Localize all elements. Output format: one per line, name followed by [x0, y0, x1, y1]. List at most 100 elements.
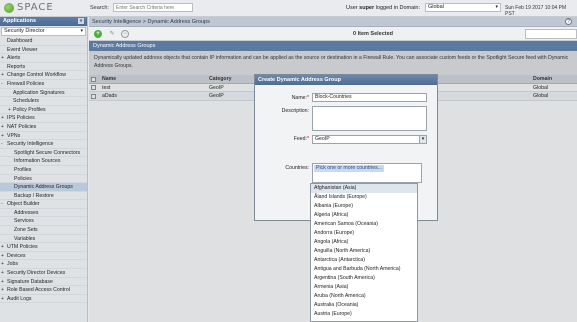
sidebar-item-profiles[interactable]: Profiles [0, 166, 87, 175]
sidebar-item-alerts[interactable]: + Alerts [0, 54, 87, 63]
expand-icon[interactable]: + [1, 286, 4, 295]
expand-icon[interactable]: + [1, 269, 4, 278]
sidebar-item-reports[interactable]: Reports [0, 63, 87, 72]
sidebar-item-security-intelligence[interactable]: - Security Intelligence [0, 140, 87, 149]
sidebar-item-label: Services [14, 218, 34, 225]
sidebar-item-label: Policy Profiles [13, 106, 46, 113]
logo-icon [4, 2, 14, 13]
name-field[interactable]: Block-Countries [312, 93, 427, 102]
country-option[interactable]: Australia (Oceania) [311, 301, 417, 310]
country-option[interactable]: Argentina (South America) [311, 274, 417, 283]
sidebar-item-label: Jobs [7, 261, 18, 268]
expand-icon[interactable]: + [1, 114, 4, 123]
add-icon[interactable]: + [94, 30, 102, 38]
country-option[interactable]: Andorra (Europe) [311, 229, 417, 238]
user-name: super [359, 5, 375, 11]
country-option[interactable]: Antarctica (Antarctica) [311, 256, 417, 265]
sidebar-item-label: Zone Sets [14, 227, 38, 234]
sidebar-item-utm-policies[interactable]: + UTM Policies [0, 243, 87, 252]
sidebar-item-application-signatures[interactable]: Application Signatures [0, 89, 87, 98]
collapse-icon[interactable]: - [1, 80, 3, 89]
domain-select[interactable]: Global ▾ [425, 3, 501, 12]
country-option[interactable]: Aruba (North America) [311, 292, 417, 301]
sidebar: Applications « Security Director ▾ Dashb… [0, 17, 88, 322]
collapse-icon[interactable]: - [1, 140, 3, 149]
logo-text: SPACE [17, 2, 54, 13]
expand-icon[interactable]: + [1, 243, 4, 252]
expand-icon[interactable]: + [8, 106, 11, 115]
sidebar-item-label: Alerts [7, 55, 21, 62]
expand-icon[interactable]: + [1, 278, 4, 287]
country-option[interactable]: Austria (Europe) [311, 310, 417, 319]
sidebar-item-label: Spotlight Secure Connectors [14, 149, 81, 156]
sidebar-item-label: Signature Database [7, 278, 53, 285]
user-prefix: User [346, 5, 358, 11]
country-option[interactable]: Anguilla (North America) [311, 247, 417, 256]
sidebar-item-dashboard[interactable]: Dashboard [0, 37, 87, 46]
sidebar-item-backup-restore[interactable]: Backup / Restore [0, 192, 87, 201]
chevron-down-icon: ▾ [495, 4, 498, 10]
sidebar-item-jobs[interactable]: + Jobs [0, 260, 87, 270]
collapse-icon[interactable]: - [1, 200, 3, 209]
sidebar-item-signature-database[interactable]: + Signature Database [0, 278, 87, 287]
expand-icon[interactable]: + [1, 71, 4, 80]
sidebar-item-policy-profiles[interactable]: + Policy Profiles [0, 106, 87, 115]
top-bar: SPACE Search: User super logged in Domai… [0, 0, 577, 17]
expand-icon[interactable]: + [1, 132, 4, 141]
country-option[interactable]: Åland Islands (Europe) [311, 193, 417, 202]
expand-icon[interactable]: + [1, 54, 4, 63]
sidebar-item-change-control-workflow[interactable]: + Change Control Workflow [0, 71, 87, 80]
sidebar-item-label: IPS Policies [7, 115, 35, 122]
feed-select[interactable]: GeoIP ▾ [312, 135, 427, 144]
required-marker: * [306, 136, 309, 142]
sidebar-item-firewall-policies[interactable]: - Firewall Policies [0, 80, 87, 89]
collapse-icon[interactable]: « [78, 18, 84, 24]
sidebar-item-information-sources[interactable]: Information Sources [0, 157, 87, 166]
sidebar-item-nat-policies[interactable]: + NAT Policies [0, 123, 87, 132]
edit-icon[interactable]: ✎ [108, 30, 116, 38]
sidebar-item-addresses[interactable]: Addresses [0, 209, 87, 218]
delete-icon[interactable]: − [121, 30, 129, 38]
application-select[interactable]: Security Director ▾ [1, 27, 86, 36]
global-search-input[interactable] [113, 3, 193, 12]
sidebar-item-dynamic-address-groups[interactable]: Dynamic Address Groups [0, 183, 87, 192]
sidebar-item-services[interactable]: Services [0, 217, 87, 227]
expand-icon[interactable]: + [1, 252, 4, 261]
country-option[interactable]: Armenia (Asia) [311, 283, 417, 292]
countries-multiselect[interactable]: Pick one or more countries... [312, 163, 422, 183]
sidebar-item-spotlight-secure-connectors[interactable]: Spotlight Secure Connectors [0, 149, 87, 158]
sidebar-item-label: VPNs [7, 132, 21, 139]
country-option[interactable]: Algeria (Africa) [311, 211, 417, 220]
sidebar-item-zone-sets[interactable]: Zone Sets [0, 226, 87, 235]
sidebar-item-security-director-devices[interactable]: + Security Director Devices [0, 269, 87, 278]
domain-value: Global [428, 4, 444, 10]
country-option[interactable]: Angola (Africa) [311, 238, 417, 247]
feed-label-text: Feed: [293, 136, 307, 142]
country-option[interactable]: Afghanistan (Asia) [311, 184, 417, 193]
description-field[interactable] [312, 106, 427, 131]
sidebar-item-devices[interactable]: + Devices [0, 252, 87, 261]
sidebar-item-ips-policies[interactable]: + IPS Policies [0, 114, 87, 123]
sidebar-item-label: Change Control Workflow [7, 72, 67, 79]
help-icon[interactable]: ? [565, 18, 572, 25]
sidebar-item-event-viewer[interactable]: Event Viewer [0, 46, 87, 55]
sidebar-item-object-builder[interactable]: - Object Builder [0, 200, 87, 209]
sidebar-item-role-based-access-control[interactable]: + Role Based Access Control [0, 286, 87, 295]
expand-icon[interactable]: + [1, 123, 4, 132]
feed-label: Feed:* [257, 136, 309, 142]
country-option[interactable]: Antigua and Barbuda (North America) [311, 265, 417, 274]
country-option[interactable]: Albania (Europe) [311, 202, 417, 211]
expand-icon[interactable]: + [1, 260, 4, 269]
grid-search-input[interactable] [525, 29, 577, 39]
sidebar-item-variables[interactable]: Variables [0, 235, 87, 244]
sidebar-item-schedulers[interactable]: Schedulers [0, 97, 87, 106]
sidebar-item-label: UTM Policies [7, 244, 38, 251]
country-option[interactable]: American Samoa (Oceania) [311, 220, 417, 229]
breadcrumb: Security Intelligence > Dynamic Address … [92, 19, 210, 25]
name-label-text: Name: [291, 95, 307, 101]
sidebar-item-policies[interactable]: Policies [0, 175, 87, 184]
expand-icon[interactable]: + [1, 295, 4, 304]
sidebar-item-audit-logs[interactable]: + Audit Logs [0, 295, 87, 304]
sidebar-item-vpns[interactable]: + VPNs [0, 132, 87, 141]
breadcrumb-bar: Security Intelligence > Dynamic Address … [89, 17, 577, 27]
